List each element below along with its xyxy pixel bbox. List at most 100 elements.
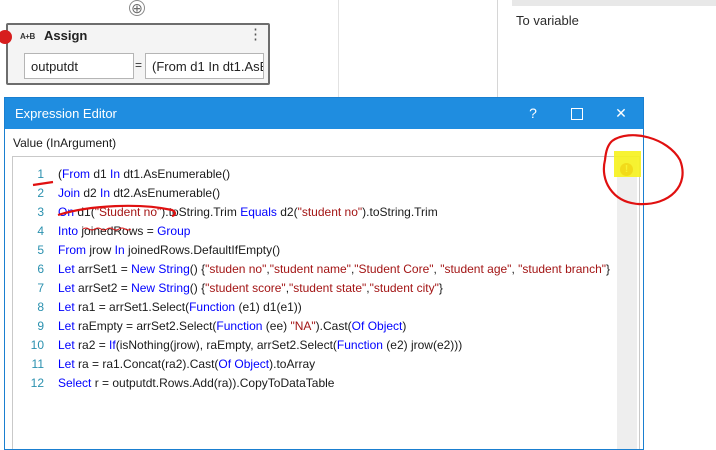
string-token: "student age" [440,262,512,276]
code-token: joinedRows = [78,224,158,238]
code-token: ).toString.Trim [161,205,241,219]
code-line[interactable]: 7 Let arrSet2 = New String() {"student sc… [13,279,613,298]
keyword-token: Object [234,357,270,371]
code-token: r = outputdt.Rows.Add(ra)).CopyToDataTab… [91,376,335,390]
keyword-token: In [110,167,121,181]
code-line[interactable]: 5 From jrow In joinedRows.DefaultIfEmpty(… [13,241,613,260]
keyword-token: Let [58,300,75,314]
string-token: "student state" [289,281,367,295]
code-token: (isNothing(jrow), raEmpty, arrSet2.Selec… [115,338,337,352]
keyword-token: On [58,205,75,219]
string-token: "student score" [205,281,286,295]
keyword-token: From [62,167,90,181]
add-activity-icon[interactable]: ⊕ [129,0,145,16]
assign-equals-sign: = [135,58,143,72]
assign-activity[interactable]: A+B Assign ⋮ outputdt = (From d1 In dt1.… [0,23,270,85]
keyword-token: Group [157,224,191,238]
line-number: 8 [37,300,44,314]
keyword-token: Let [58,338,75,352]
breakpoint-error-dot [0,30,12,44]
code-line[interactable]: 8 Let ra1 = arrSet1.Select(Function (e1) … [13,298,613,317]
code-token: d1( [74,205,95,219]
error-margin: ! [617,157,637,449]
keyword-token: Let [58,319,75,333]
code-line[interactable]: 11 Let ra = ra1.Concat(ra2).Cast(Of Objec… [13,355,613,374]
dialog-titlebar[interactable]: Expression Editor ? ✕ [5,98,643,129]
code-token: (e2) jrow(e2))) [382,338,463,352]
code-token: joinedRows.DefaultIfEmpty() [124,243,281,257]
code-line[interactable]: 4 Into joinedRows = Group [13,222,613,241]
line-number: 12 [30,376,44,390]
code-token: ).toArray [269,357,316,371]
code-line[interactable]: 12 Select r = outputdt.Rows.Add(ra)).Copy… [13,374,613,393]
expression-code-editor[interactable]: ! 1(From d1 In dt1.AsEnumerable() 2 Join d… [12,156,640,449]
code-line[interactable]: 6 Let arrSet1 = New String() {"studen no"… [13,260,613,279]
code-line[interactable]: 1 (From d1 In dt1.AsEnumerable() [13,165,613,184]
keyword-token: Of [218,357,232,371]
keyword-token: Of [351,319,365,333]
value-argument-label: Value (InArgument) [13,136,117,150]
keyword-token: Let [58,281,75,295]
code-line[interactable]: 2 Join d2 In dt2.AsEnumerable() [13,184,613,203]
keyword-token: In [114,243,125,257]
string-token: "student city" [369,281,439,295]
code-token: ra1 = arrSet1.Select( [74,300,190,314]
keyword-token: Let [58,262,75,276]
code-token: d2 [80,186,101,200]
code-token: (ee) [262,319,291,333]
help-button[interactable]: ? [511,98,555,129]
string-token: "studen no" [205,262,267,276]
code-line[interactable]: 9 Let raEmpty = arrSet2.Select(Function (… [13,317,613,336]
keyword-token: Function [189,300,236,314]
code-token: arrSet1 = [74,262,132,276]
code-token: dt2.AsEnumerable() [110,186,221,200]
line-number: 4 [37,224,44,238]
line-number: 11 [31,357,44,371]
keyword-token: If [109,338,116,352]
maximize-icon [571,108,583,121]
code-line[interactable]: 3 On d1("Student no").toString.Trim Equal… [13,203,613,222]
line-number: 1 [37,167,44,181]
code-token: d1 [90,167,111,181]
line-number: 10 [30,338,44,352]
code-token: } [606,262,611,276]
keyword-token: New [131,262,156,276]
code-line[interactable]: 10 Let ra2 = If(isNothing(jrow), raEmpty,… [13,336,613,355]
code-token: () { [189,281,206,295]
keyword-token: In [100,186,111,200]
keyword-token: Into [58,224,79,238]
keyword-token: Let [58,357,75,371]
maximize-button[interactable] [555,98,599,129]
line-number: 6 [37,262,44,276]
string-token: "student name" [269,262,351,276]
close-button[interactable]: ✕ [599,98,643,129]
code-token: jrow [86,243,115,257]
properties-header-bar [512,0,716,6]
string-token: "NA" [290,319,316,333]
code-token: } [438,281,443,295]
code-token: () { [189,262,206,276]
keyword-token: String [158,262,190,276]
dialog-title: Expression Editor [15,106,117,121]
assign-value-field[interactable]: (From d1 In dt1.AsEnumerable [145,53,264,79]
canvas-divider [338,0,339,100]
properties-panel: To variable [498,0,716,100]
keyword-token: From [58,243,86,257]
keyword-token: Join [58,186,81,200]
code-token: dt1.AsEnumerable() [120,167,231,181]
keyword-token: Select [58,376,92,390]
expression-editor-dialog: Expression Editor ? ✕ Value (InArgument)… [4,97,644,450]
activity-menu-icon[interactable]: ⋮ [248,27,263,43]
keyword-token: String [158,281,190,295]
code-token: ra2 = [74,338,110,352]
string-token: "student branch" [518,262,607,276]
keyword-token: New [131,281,156,295]
code-token: ).Cast( [315,319,352,333]
line-number: 7 [37,281,44,295]
assign-to-field[interactable]: outputdt [24,53,134,79]
line-number: 9 [37,319,44,333]
code-token: ra = ra1.Concat(ra2).Cast( [74,357,219,371]
keyword-token: Equals [240,205,277,219]
code-token: d2( [276,205,298,219]
line-number: 3 [37,205,44,219]
